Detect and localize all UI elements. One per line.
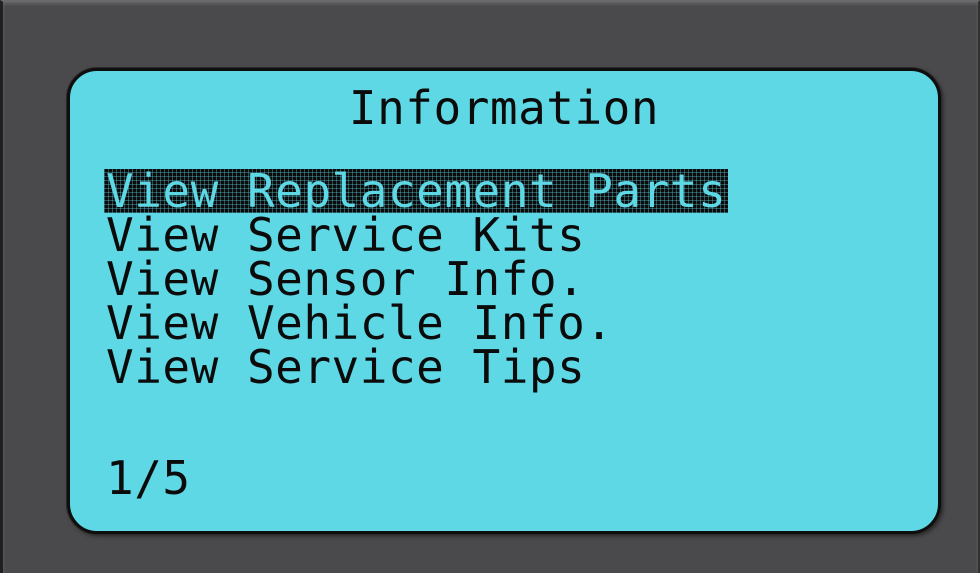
page-indicator: 1/5 <box>106 451 191 505</box>
menu-item-view-service-kits[interactable]: View Service Kits <box>106 212 728 258</box>
menu-item-view-service-tips[interactable]: View Service Tips <box>106 344 728 390</box>
menu-list: View Replacement Parts View Service Kits… <box>104 168 728 390</box>
menu-item-view-replacement-parts[interactable]: View Replacement Parts <box>104 168 728 214</box>
lcd-screen: Information View Replacement Parts View … <box>67 68 941 534</box>
device-bezel: Information View Replacement Parts View … <box>0 0 980 573</box>
menu-item-view-vehicle-info[interactable]: View Vehicle Info. <box>106 300 728 346</box>
screen-title: Information <box>348 81 660 135</box>
menu-item-view-sensor-info[interactable]: View Sensor Info. <box>106 256 728 302</box>
